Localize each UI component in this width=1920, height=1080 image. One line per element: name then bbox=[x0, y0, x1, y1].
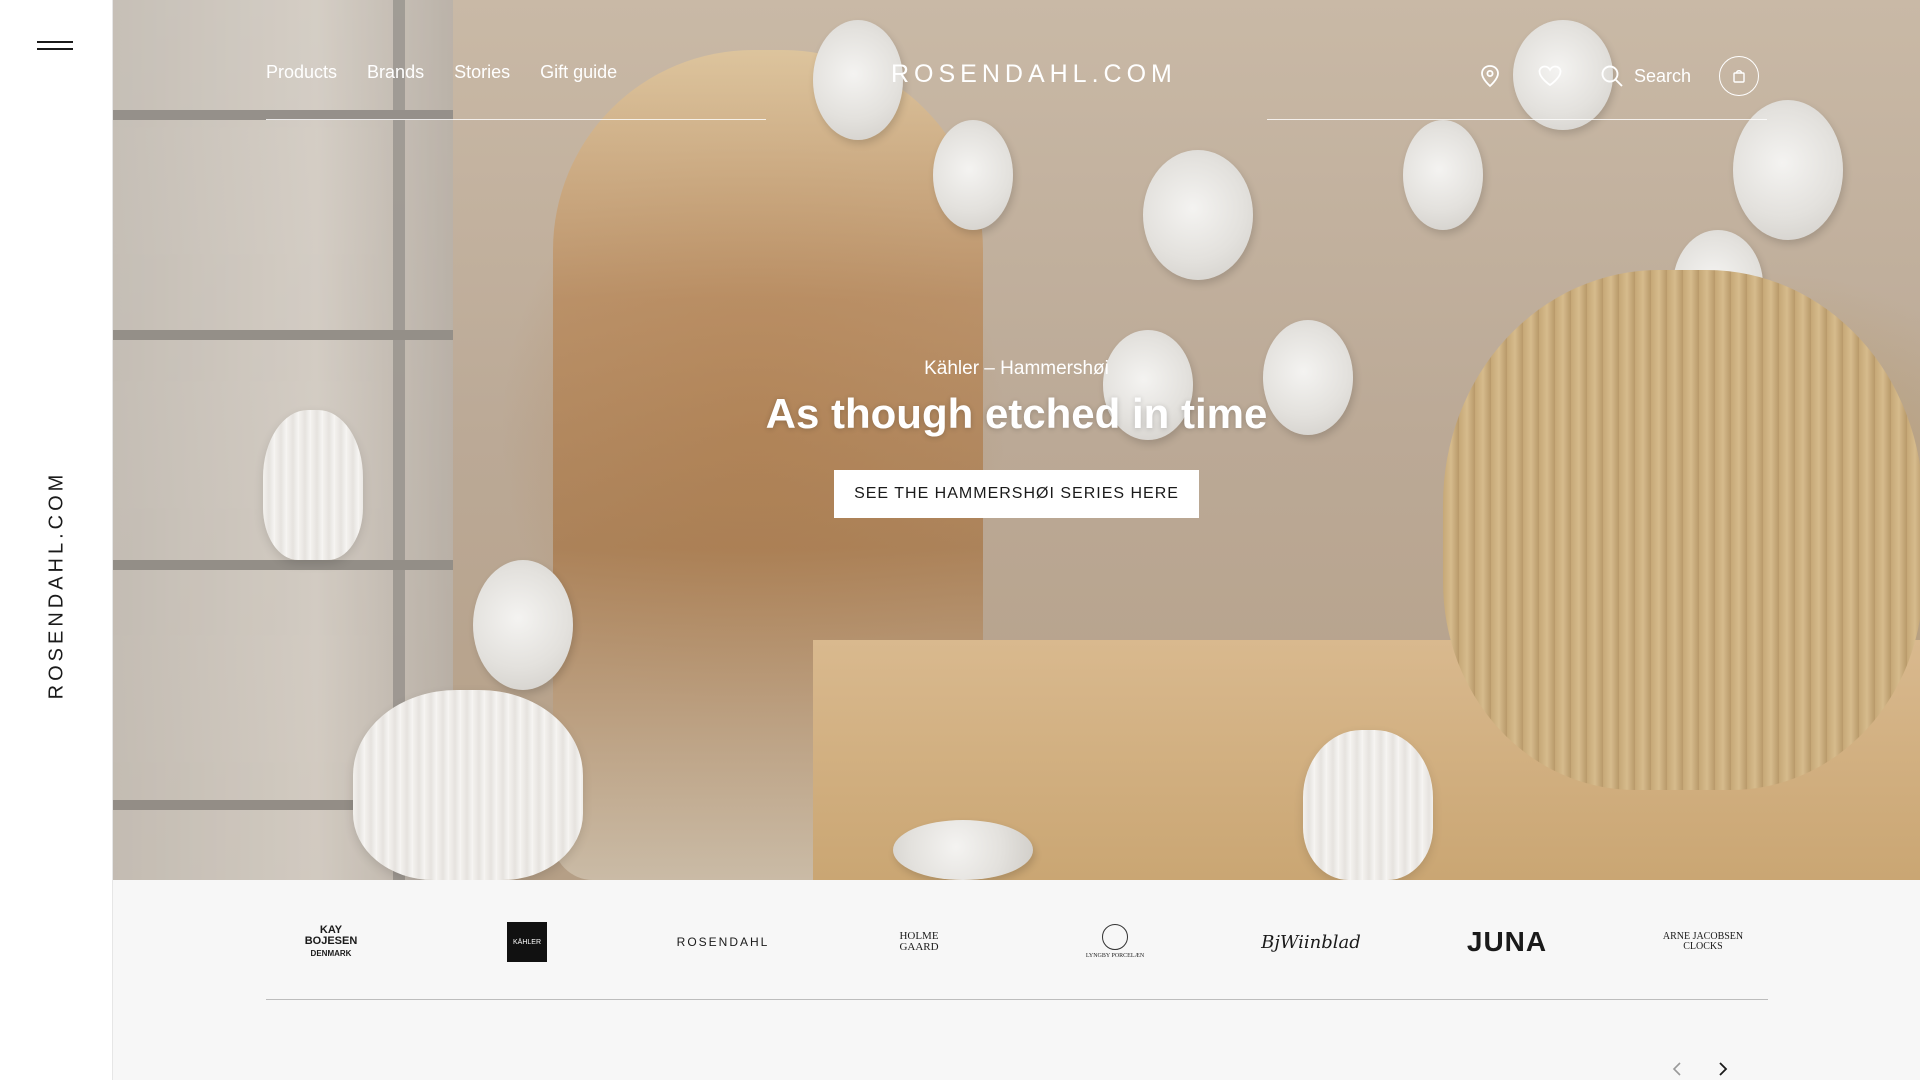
brand-carousel: KAY BOJESEN DENMARK KÄHLER ROSENDAHL HOL… bbox=[113, 880, 1920, 1080]
site-logo[interactable]: ROSENDAHL.COM bbox=[891, 60, 1172, 89]
lyngby-seal-icon bbox=[1101, 923, 1128, 950]
nav-brands[interactable]: Brands bbox=[367, 62, 424, 83]
brand-kahler-text: KÄHLER bbox=[507, 922, 547, 962]
brand-divider bbox=[266, 999, 1768, 1000]
brand-logo-bjorn-wiinblad[interactable]: BjWiinblad bbox=[1246, 908, 1376, 976]
bag-icon[interactable] bbox=[1719, 56, 1760, 96]
search-button[interactable]: Search bbox=[1600, 64, 1691, 88]
nav-utilities: Search bbox=[1476, 56, 1760, 96]
nav-stories[interactable]: Stories bbox=[454, 62, 510, 83]
brand-logo-holme-gaard[interactable]: HOLME GAARD bbox=[854, 908, 984, 976]
chevron-right-icon[interactable] bbox=[1714, 1060, 1732, 1078]
hero-headline: As though etched in time bbox=[765, 390, 1268, 437]
hero-copy: Kähler – Hammershøi As though etched in … bbox=[113, 358, 1920, 518]
hero-cta-button[interactable]: SEE THE HAMMERSHØI SERIES HERE bbox=[834, 470, 1199, 518]
brand-logo-rosendahl[interactable]: ROSENDAHL bbox=[658, 908, 788, 976]
nav-products[interactable]: Products bbox=[266, 62, 337, 83]
brand-holme-line2: GAARD bbox=[899, 941, 939, 953]
brand-logo-arne-jacobsen[interactable]: ARNE JACOBSEN CLOCKS bbox=[1638, 908, 1768, 976]
brand-logo-juna[interactable]: JUNA bbox=[1442, 908, 1572, 976]
brand-kay-line2: BOJESEN bbox=[304, 935, 358, 948]
nav-divider-left bbox=[266, 119, 766, 120]
brand-row: KAY BOJESEN DENMARK KÄHLER ROSENDAHL HOL… bbox=[266, 908, 1768, 976]
brand-kay-line3: DENMARK bbox=[310, 948, 352, 958]
brand-logo-lyngby[interactable]: LYNGBY PORCELÆN bbox=[1050, 908, 1180, 976]
heart-icon[interactable] bbox=[1536, 62, 1564, 90]
location-icon[interactable] bbox=[1476, 62, 1504, 90]
brand-kay-line1: KAY bbox=[319, 923, 343, 936]
rail-brand-text: ROSENDAHL.COM bbox=[45, 470, 68, 700]
primary-nav: Products Brands Stories Gift guide bbox=[266, 62, 617, 83]
brand-arne-line2: CLOCKS bbox=[1683, 941, 1723, 952]
carousel-controls bbox=[1668, 1060, 1732, 1078]
brand-logo-kay-bojesen[interactable]: KAY BOJESEN DENMARK bbox=[266, 908, 396, 976]
search-icon bbox=[1601, 65, 1623, 87]
search-label: Search bbox=[1634, 65, 1692, 86]
hero-eyebrow: Kähler – Hammershøi bbox=[924, 358, 1109, 379]
chevron-left-icon[interactable] bbox=[1668, 1060, 1686, 1078]
brand-lyngby-text: LYNGBY PORCELÆN bbox=[1085, 952, 1145, 959]
menu-icon[interactable] bbox=[37, 39, 73, 53]
pot-decor bbox=[1443, 270, 1920, 790]
left-rail: ROSENDAHL.COM bbox=[0, 0, 113, 1080]
nav-divider-right bbox=[1267, 119, 1767, 120]
top-nav: Products Brands Stories Gift guide ROSEN… bbox=[113, 0, 1920, 120]
nav-gift-guide[interactable]: Gift guide bbox=[540, 62, 617, 83]
brand-logo-kahler[interactable]: KÄHLER bbox=[462, 908, 592, 976]
